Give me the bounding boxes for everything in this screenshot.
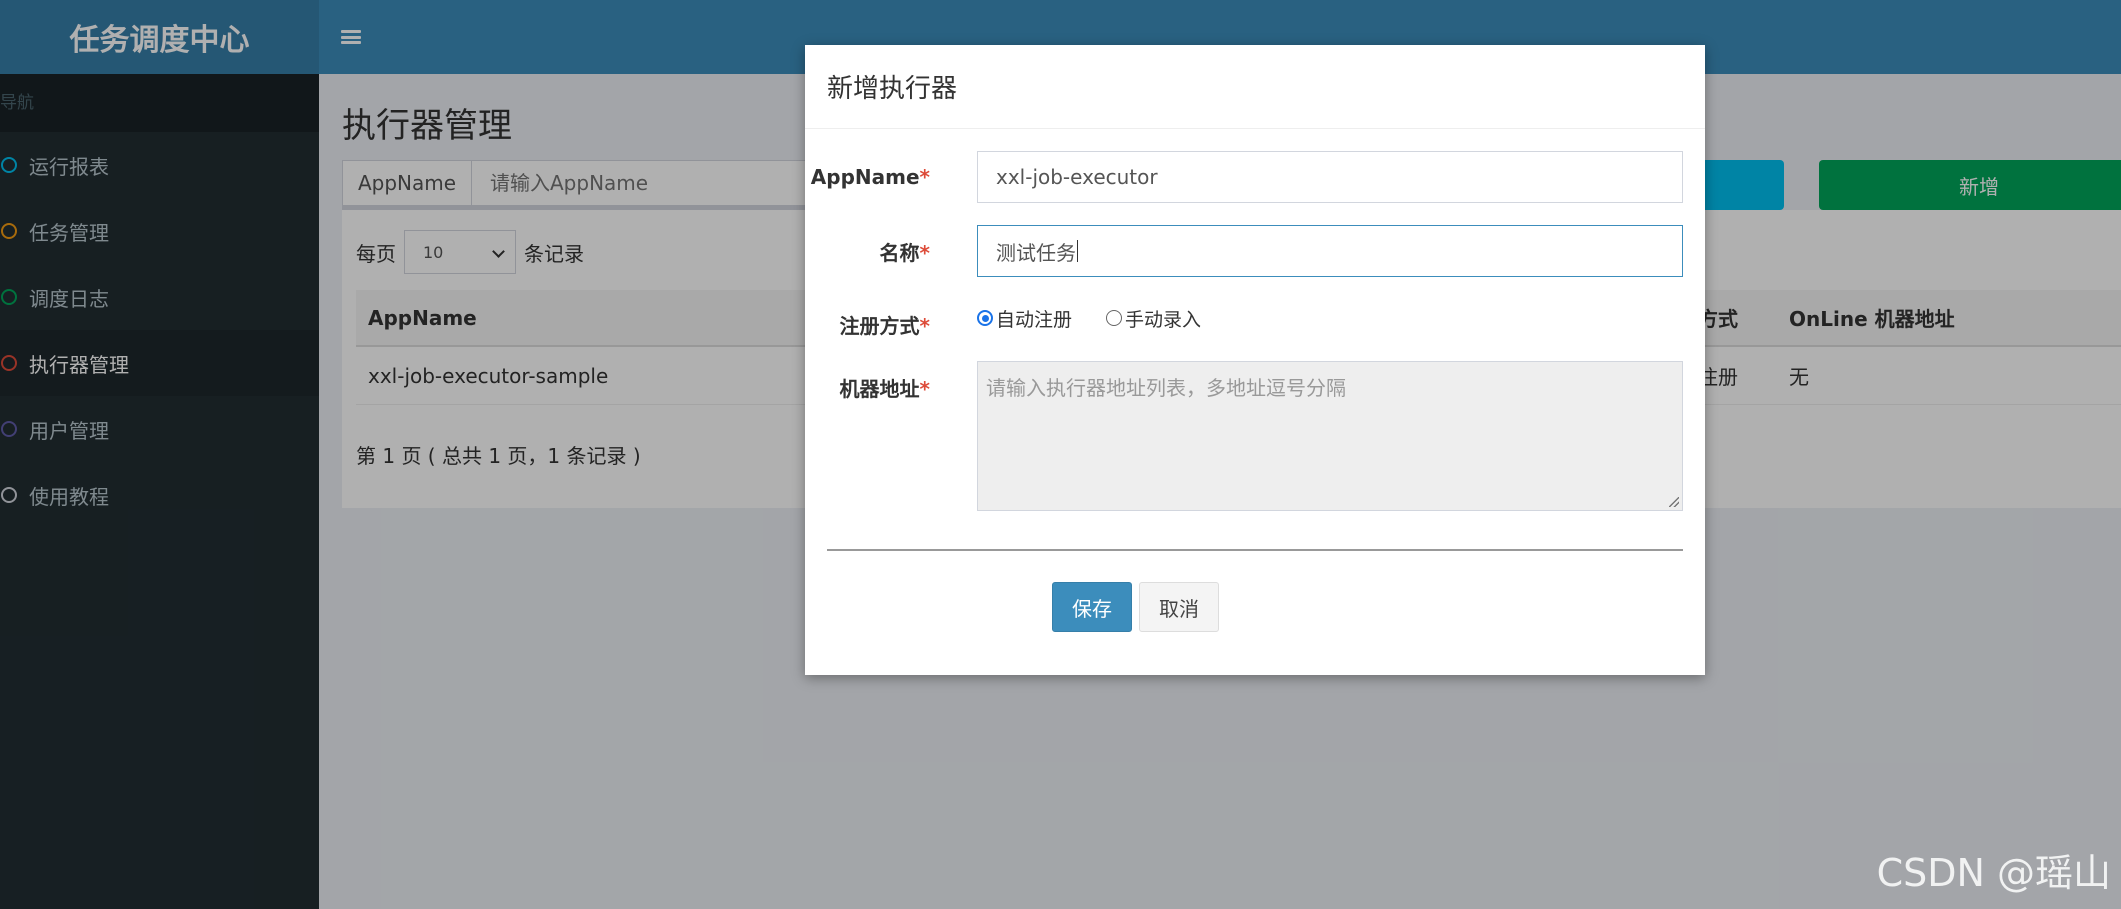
name-input[interactable]: 测试任务: [977, 225, 1683, 277]
add-executor-modal: 新增执行器 AppName* xxl-job-executor 名称* 测试任务…: [805, 45, 1705, 675]
appname-input[interactable]: xxl-job-executor: [977, 151, 1683, 203]
register-type-radio-group: 自动注册 手动录入: [977, 303, 1235, 333]
modal-title: 新增执行器: [805, 45, 1705, 129]
address-label: 机器地址*: [839, 377, 930, 401]
text-caret: [1077, 240, 1078, 262]
radio-unchecked-icon[interactable]: [1106, 310, 1123, 326]
watermark: CSDN @瑶山: [1876, 851, 2111, 895]
address-textarea[interactable]: 请输入执行器地址列表，多地址逗号分隔: [977, 361, 1683, 511]
resize-handle-icon[interactable]: [1669, 497, 1679, 507]
cancel-button[interactable]: 取消: [1139, 582, 1219, 632]
name-label: 名称*: [879, 241, 930, 265]
radio-checked-icon[interactable]: [977, 310, 993, 326]
appname-label: AppName*: [810, 165, 930, 189]
form-divider: [827, 549, 1683, 551]
radio-auto-register[interactable]: 自动注册: [977, 305, 1072, 332]
save-button[interactable]: 保存: [1052, 582, 1132, 632]
register-type-label: 注册方式*: [839, 314, 930, 338]
radio-manual-register[interactable]: 手动录入: [1106, 305, 1201, 332]
